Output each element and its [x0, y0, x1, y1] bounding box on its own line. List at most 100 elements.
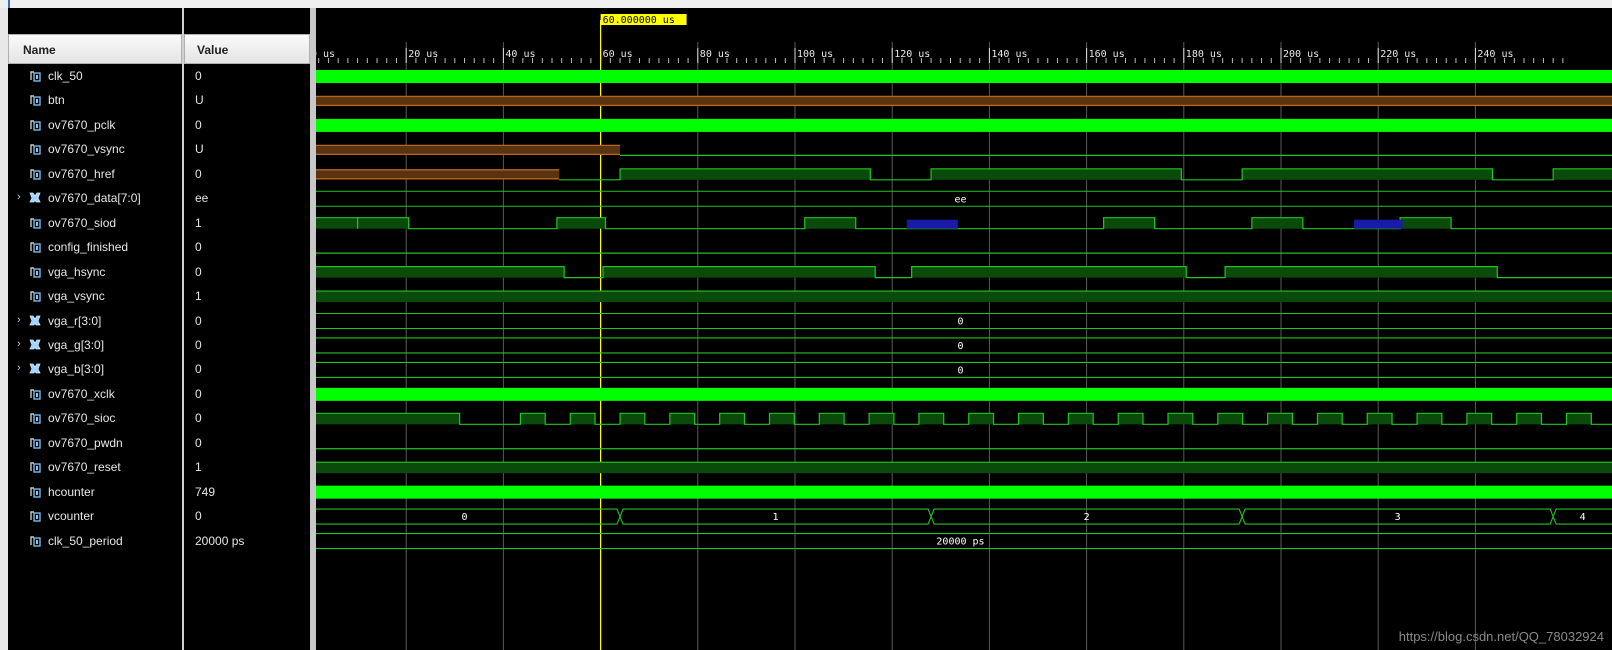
bit-signal-icon: [29, 93, 41, 107]
high-level-fill: [316, 217, 358, 229]
bus-value-label: 2: [1084, 512, 1090, 523]
high-level-fill: [1400, 217, 1452, 229]
high-level-fill: [1225, 266, 1498, 278]
signal-row-ov7670-vsync[interactable]: ov7670_vsync: [8, 137, 182, 162]
bit-signal-icon: [29, 534, 41, 547]
waveform-svg[interactable]: 0 us20 us40 us60 us80 us100 us120 us140 …: [316, 8, 1612, 650]
value-row-config-finished[interactable]: 0: [184, 235, 310, 260]
waveform-canvas[interactable]: 0 us20 us40 us60 us80 us100 us120 us140 …: [316, 8, 1612, 650]
bus-value-label: 4: [1580, 512, 1586, 523]
signal-value: 20000 ps: [195, 533, 245, 548]
signal-name: btn: [48, 93, 65, 108]
signal-name: hcounter: [48, 484, 95, 499]
signal-value: 0: [195, 435, 202, 450]
value-row-ov7670-xclk[interactable]: 0: [184, 382, 310, 407]
clock-waveform: [316, 118, 1612, 132]
expand-chevron-icon[interactable]: ›: [17, 362, 21, 374]
high-level-fill: [1516, 413, 1542, 425]
high-level-fill: [603, 266, 876, 278]
high-level-fill: [316, 413, 460, 425]
bus-segment: [316, 337, 1612, 354]
tick-label: 240 us: [1477, 49, 1513, 60]
signal-row-vga-vsync[interactable]: vga_vsync: [8, 284, 182, 309]
value-row-btn[interactable]: U: [184, 88, 310, 113]
signal-value: 0: [195, 117, 202, 132]
signal-row-ov7670-href[interactable]: ov7670_href: [8, 162, 182, 187]
value-row-vga-b[interactable]: 0: [184, 357, 310, 382]
value-row-clk-50[interactable]: 0: [184, 64, 310, 89]
signal-row-clk-50[interactable]: clk_50: [8, 64, 182, 89]
watermark-text: https://blog.csdn.net/QQ_78032924: [1398, 629, 1604, 644]
signal-row-vga-b[interactable]: › vga_b[3:0]: [8, 357, 182, 382]
expand-chevron-icon[interactable]: ›: [17, 191, 21, 203]
value-row-ov7670-siod[interactable]: 1: [184, 211, 310, 236]
signal-value: U: [195, 142, 204, 157]
tick-label: 60 us: [603, 49, 633, 60]
tick-label: 20 us: [408, 49, 438, 60]
tick-label: 220 us: [1380, 49, 1416, 60]
signal-value: U: [195, 93, 204, 108]
tick-label: 140 us: [991, 49, 1027, 60]
signal-row-ov7670-pwdn[interactable]: ov7670_pwdn: [8, 431, 182, 456]
value-row-ov7670-href[interactable]: 0: [184, 162, 310, 187]
undefined-region: [316, 169, 560, 179]
bus-segment: [316, 312, 1612, 330]
value-row-ov7670-pclk[interactable]: 0: [184, 113, 310, 138]
tick-label: 40 us: [505, 49, 535, 60]
high-level-fill: [357, 217, 409, 229]
signal-name: vcounter: [48, 509, 95, 524]
signal-row-ov7670-pclk[interactable]: ov7670_pclk: [8, 113, 182, 138]
bit-signal-icon: [29, 509, 41, 522]
value-row-vga-vsync[interactable]: 1: [184, 284, 310, 309]
high-level-fill: [1267, 413, 1293, 425]
value-row-vga-r[interactable]: 0: [184, 309, 310, 334]
name-column-header[interactable]: Name: [8, 34, 182, 64]
signal-row-vcounter[interactable]: vcounter: [8, 504, 182, 529]
bit-signal-icon: [29, 167, 41, 180]
signal-row-btn[interactable]: btn: [8, 88, 182, 113]
high-level-fill: [931, 168, 1182, 180]
signal-row-clk-50-period[interactable]: clk_50_period: [8, 529, 182, 554]
bus-value-label: 0: [957, 365, 963, 376]
high-level-fill: [968, 413, 994, 425]
value-row-ov7670-pwdn[interactable]: 0: [184, 431, 310, 456]
tick-label: 80 us: [700, 49, 730, 60]
signal-row-ov7670-sioc[interactable]: ov7670_sioc: [8, 406, 182, 431]
signal-row-vga-g[interactable]: › vga_g[3:0]: [8, 333, 182, 358]
expand-chevron-icon[interactable]: ›: [17, 338, 21, 350]
expand-chevron-icon[interactable]: ›: [17, 314, 21, 326]
high-level-fill: [620, 413, 645, 425]
signal-row-vga-hsync[interactable]: vga_hsync: [8, 260, 182, 285]
high-level-fill: [1018, 413, 1044, 425]
value-column-header[interactable]: Value: [184, 34, 310, 64]
signal-name: ov7670_href: [48, 166, 115, 181]
value-row-ov7670-vsync[interactable]: U: [184, 137, 310, 162]
value-row-vga-g[interactable]: 0: [184, 333, 310, 358]
value-row-ov7670-reset[interactable]: 1: [184, 455, 310, 480]
high-level-fill: [769, 413, 795, 425]
signal-name: clk_50: [48, 69, 83, 83]
high-level-fill: [1417, 413, 1442, 425]
signal-row-vga-r[interactable]: › vga_r[3:0]: [8, 309, 182, 334]
signal-value: 0: [195, 240, 202, 255]
bus-value-label: 0: [462, 512, 468, 523]
signal-name: clk_50_period: [48, 533, 123, 548]
value-row-ov7670-sioc[interactable]: 0: [184, 406, 310, 431]
value-row-hcounter[interactable]: 749: [184, 480, 310, 505]
signal-row-ov7670-siod[interactable]: ov7670_siod: [8, 211, 182, 236]
high-level-fill: [1103, 217, 1155, 229]
signal-row-ov7670-data[interactable]: › ov7670_data[7:0]: [8, 186, 182, 211]
high-level-fill: [1566, 413, 1592, 425]
signal-row-config-finished[interactable]: config_finished: [8, 235, 182, 260]
value-row-ov7670-data[interactable]: ee: [184, 186, 310, 211]
value-row-vcounter[interactable]: 0: [184, 504, 310, 529]
value-row-clk-50-period[interactable]: 20000 ps: [184, 529, 310, 554]
high-level-fill: [1553, 168, 1612, 180]
signal-row-ov7670-xclk[interactable]: ov7670_xclk: [8, 382, 182, 407]
value-row-vga-hsync[interactable]: 0: [184, 260, 310, 285]
signal-row-hcounter[interactable]: hcounter: [8, 480, 182, 505]
tick-label: 100 us: [797, 49, 833, 60]
bit-signal-icon: [29, 289, 41, 302]
signal-row-ov7670-reset[interactable]: ov7670_reset: [8, 455, 182, 480]
high-level-fill: [556, 217, 606, 229]
